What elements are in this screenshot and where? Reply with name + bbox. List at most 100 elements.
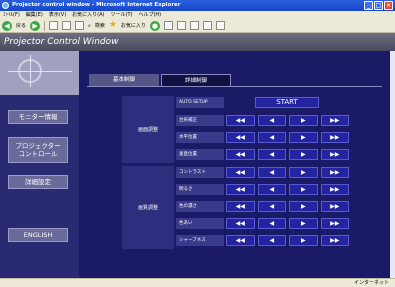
fast-decrease-button[interactable]: ◀◀ — [226, 167, 255, 178]
row-label-contrast: コントラスト — [176, 167, 224, 178]
folder-icon[interactable] — [202, 21, 212, 30]
messenger-icon[interactable] — [215, 21, 225, 30]
row-label-v-position: 垂直位置 — [176, 149, 224, 160]
decrease-button[interactable]: ◀ — [257, 149, 286, 160]
decrease-button[interactable]: ◀ — [257, 167, 286, 178]
menu-view[interactable]: 表示(V) — [49, 11, 66, 19]
fast-increase-button[interactable]: ▶▶ — [320, 115, 349, 126]
window-title: Projector control window - Microsoft Int… — [12, 2, 181, 8]
menu-favorites[interactable]: お気に入り(A) — [72, 11, 104, 19]
main-panel: 基本制御 詳細制御 画面調整 画質調整 AUTO SETUP START 台形補… — [79, 51, 390, 278]
back-arrow-icon[interactable]: ◀ — [2, 20, 12, 31]
print-icon[interactable] — [189, 21, 199, 30]
increase-button[interactable]: ▶ — [289, 201, 318, 212]
increase-button[interactable]: ▶ — [289, 235, 318, 246]
row-label-h-position: 水平位置 — [176, 132, 224, 143]
menu-tools[interactable]: ツール(T) — [111, 11, 133, 19]
auto-setup-label: AUTO SETUP — [176, 97, 224, 108]
tab-underline — [87, 86, 382, 87]
fast-decrease-button[interactable]: ◀◀ — [226, 132, 255, 143]
increase-button[interactable]: ▶ — [289, 149, 318, 160]
row-label-sharpness: シャープネス — [176, 235, 224, 246]
fast-increase-button[interactable]: ▶▶ — [320, 167, 349, 178]
increase-button[interactable]: ▶ — [289, 115, 318, 126]
decrease-button[interactable]: ◀ — [257, 235, 286, 246]
row-controls-keystone: ◀◀ ◀ ▶ ▶▶ — [226, 115, 349, 126]
media-icon[interactable]: ● — [149, 20, 160, 31]
logo-area — [0, 51, 79, 95]
monitor-info-button[interactable]: モニター情報 — [8, 110, 68, 124]
fast-increase-button[interactable]: ▶▶ — [320, 235, 349, 246]
tab-basic-control[interactable]: 基本制御 — [89, 74, 159, 86]
menu-file[interactable]: ﾌｧｲﾙ(F) — [3, 11, 20, 19]
row-controls-v-position: ◀◀ ◀ ▶ ▶▶ — [226, 149, 349, 160]
search-label[interactable]: 検索 — [95, 22, 105, 29]
window-title-bar: Projector control window - Microsoft Int… — [0, 0, 395, 11]
menu-bar: ﾌｧｲﾙ(F) 編集(E) 表示(V) お気に入り(A) ツール(T) ヘルプ(… — [0, 11, 395, 19]
increase-button[interactable]: ▶ — [289, 184, 318, 195]
decrease-button[interactable]: ◀ — [257, 132, 286, 143]
fast-increase-button[interactable]: ▶▶ — [320, 218, 349, 229]
row-controls-sharpness: ◀◀ ◀ ▶ ▶▶ — [226, 235, 349, 246]
fast-increase-button[interactable]: ▶▶ — [320, 201, 349, 212]
row-controls-tint: ◀◀ ◀ ▶ ▶▶ — [226, 218, 349, 229]
fast-decrease-button[interactable]: ◀◀ — [226, 201, 255, 212]
logo-vline — [30, 55, 31, 87]
close-button[interactable]: × — [384, 1, 393, 10]
row-controls-contrast: ◀◀ ◀ ▶ ▶▶ — [226, 167, 349, 178]
mail-icon[interactable] — [176, 21, 186, 30]
toolbar-separator — [44, 20, 46, 31]
logo-hline — [8, 71, 72, 72]
fast-increase-button[interactable]: ▶▶ — [320, 132, 349, 143]
row-label-keystone: 台形補正 — [176, 115, 224, 126]
increase-button[interactable]: ▶ — [289, 218, 318, 229]
group-picture-adjust: 画質調整 — [122, 166, 174, 249]
zone-label: インターネット — [353, 280, 389, 286]
maximize-button[interactable]: □ — [374, 1, 383, 10]
decrease-button[interactable]: ◀ — [257, 218, 286, 229]
detail-settings-button[interactable]: 詳細設定 — [8, 175, 68, 189]
fast-decrease-button[interactable]: ◀◀ — [226, 218, 255, 229]
sidebar: モニター情報 プロジェクター コントロール 詳細設定 ENGLISH — [0, 51, 79, 278]
status-bar: インターネット — [0, 278, 395, 287]
row-controls-color: ◀◀ ◀ ▶ ▶▶ — [226, 201, 349, 212]
refresh-icon[interactable] — [62, 21, 72, 30]
app-area: モニター情報 プロジェクター コントロール 詳細設定 ENGLISH 基本制御 … — [0, 51, 390, 278]
app-title: Projector Control Window — [0, 33, 395, 51]
menu-help[interactable]: ヘルプ(H) — [138, 11, 161, 19]
increase-button[interactable]: ▶ — [289, 167, 318, 178]
row-controls-brightness: ◀◀ ◀ ▶ ▶▶ — [226, 184, 349, 195]
english-button[interactable]: ENGLISH — [8, 228, 68, 242]
favorites-label[interactable]: お気に入り — [121, 22, 146, 29]
decrease-button[interactable]: ◀ — [257, 201, 286, 212]
menu-edit[interactable]: 編集(E) — [26, 11, 43, 19]
decrease-button[interactable]: ◀ — [257, 184, 286, 195]
browser-toolbar: ◀ 戻る ▶ ⌕ 検索 ★ お気に入り ● — [0, 19, 395, 33]
stop-icon[interactable] — [49, 21, 59, 30]
minimize-button[interactable]: _ — [364, 1, 373, 10]
home-icon[interactable] — [75, 21, 85, 30]
projector-control-button[interactable]: プロジェクター コントロール — [8, 137, 68, 163]
fast-decrease-button[interactable]: ◀◀ — [226, 235, 255, 246]
start-button[interactable]: START — [255, 97, 319, 108]
row-controls-h-position: ◀◀ ◀ ▶ ▶▶ — [226, 132, 349, 143]
row-label-color: 色の濃さ — [176, 201, 224, 212]
back-label[interactable]: 戻る — [16, 22, 26, 29]
decrease-button[interactable]: ◀ — [257, 115, 286, 126]
fast-increase-button[interactable]: ▶▶ — [320, 149, 349, 160]
favorites-star-icon[interactable]: ★ — [109, 21, 117, 30]
group-screen-adjust: 画面調整 — [122, 96, 174, 163]
tab-detail-control[interactable]: 詳細制御 — [161, 74, 231, 86]
fast-decrease-button[interactable]: ◀◀ — [226, 115, 255, 126]
ie-logo-icon — [2, 2, 9, 9]
row-label-brightness: 明るさ — [176, 184, 224, 195]
fast-decrease-button[interactable]: ◀◀ — [226, 149, 255, 160]
forward-arrow-icon[interactable]: ▶ — [30, 20, 41, 31]
history-icon[interactable] — [163, 21, 173, 30]
fast-decrease-button[interactable]: ◀◀ — [226, 184, 255, 195]
fast-increase-button[interactable]: ▶▶ — [320, 184, 349, 195]
row-label-tint: 色あい — [176, 218, 224, 229]
increase-button[interactable]: ▶ — [289, 132, 318, 143]
search-icon[interactable]: ⌕ — [88, 23, 91, 29]
vertical-scrollbar[interactable] — [390, 51, 395, 278]
